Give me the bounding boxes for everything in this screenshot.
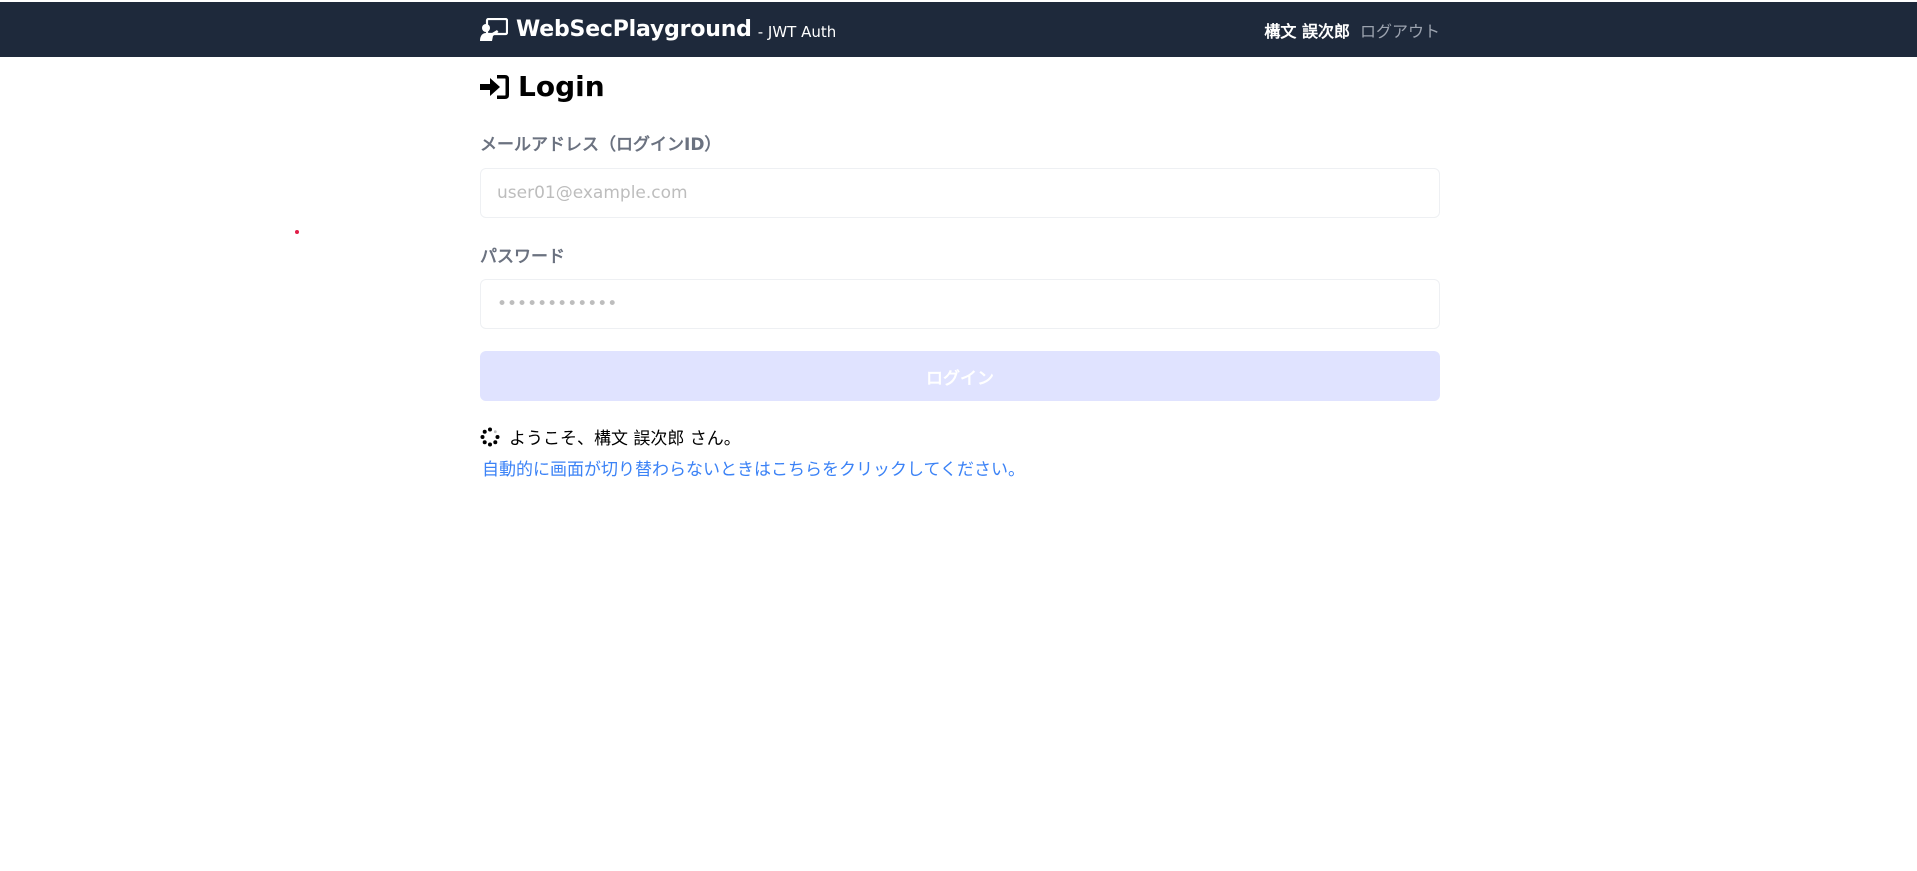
- email-field[interactable]: [480, 168, 1440, 218]
- user-presentation-icon: [480, 17, 508, 42]
- email-label: メールアドレス（ログインID）: [480, 135, 722, 155]
- brand-name: WebSecPlayground: [516, 17, 752, 42]
- navbar: [0, 2, 1917, 57]
- password-label: パスワード: [480, 247, 565, 267]
- login-button[interactable]: ログイン: [480, 351, 1440, 401]
- logout-link[interactable]: ログアウト: [1360, 18, 1440, 42]
- brand-link[interactable]: WebSecPlayground - JWT Auth: [480, 2, 836, 57]
- cursor-marker: [295, 230, 299, 234]
- status-message: ようこそ、構文 誤次郎 さん。: [480, 424, 741, 449]
- spinner-icon: [480, 427, 500, 447]
- nav-user-area: 構文 誤次郎 ログアウト: [1264, 2, 1440, 57]
- sign-in-icon: [480, 73, 510, 101]
- status-text: ようこそ、構文 誤次郎 さん。: [509, 429, 741, 449]
- redirect-link[interactable]: 自動的に画面が切り替わらないときはこちらをクリックしてください。: [482, 455, 1025, 480]
- page-title-text: Login: [518, 70, 605, 103]
- brand-subtitle: - JWT Auth: [757, 22, 837, 41]
- nav-user-name: 構文 誤次郎: [1264, 21, 1350, 41]
- page-title: Login: [480, 70, 605, 103]
- password-field[interactable]: [480, 279, 1440, 329]
